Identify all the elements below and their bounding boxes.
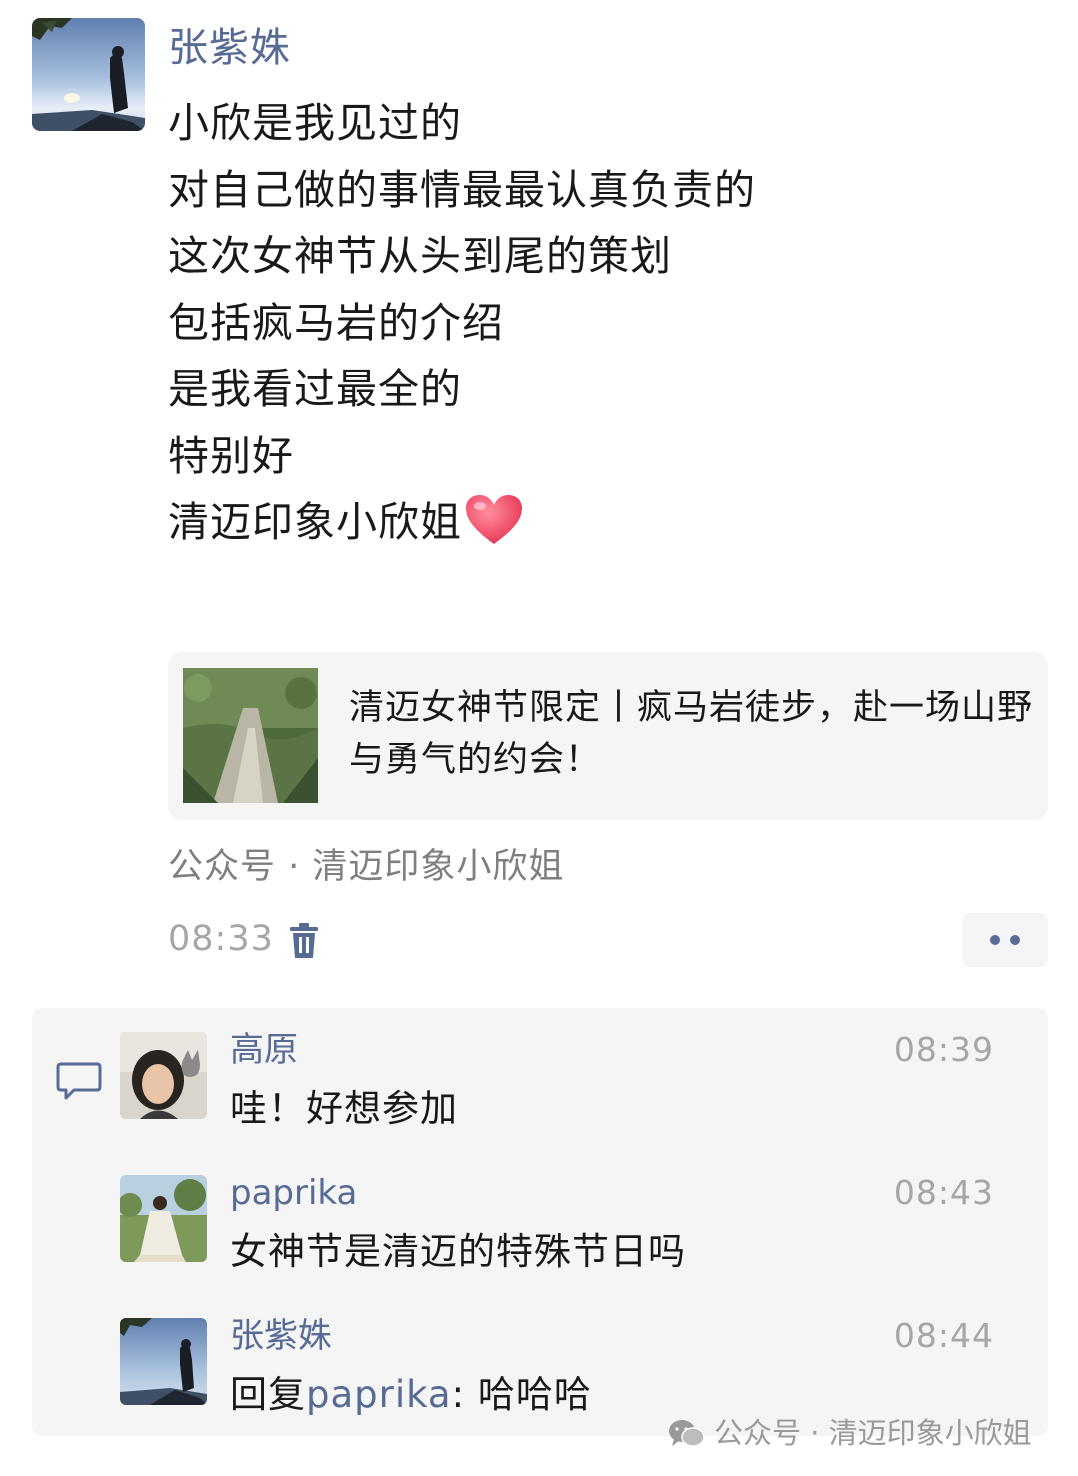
comment-item[interactable]: 高原 08:39 哇！好想参加 <box>120 1030 1020 1132</box>
trash-icon[interactable] <box>287 922 321 960</box>
avatar[interactable] <box>120 1175 207 1262</box>
post-line: 对自己做的事情最最认真负责的 <box>168 165 756 214</box>
commenter-name[interactable]: 张紫姝 <box>230 1314 332 1358</box>
post-time: 08:33 <box>168 919 274 959</box>
comment-time: 08:44 <box>893 1316 994 1355</box>
post-line-last: 清迈印象小欣姐 <box>168 489 756 566</box>
shared-article-card[interactable]: 清迈女神节限定丨疯马岩徒步，赴一场山野与勇气的约会！ <box>168 652 1048 820</box>
author-avatar[interactable] <box>32 18 145 131</box>
avatar[interactable] <box>120 1032 207 1119</box>
reply-content: : 哈哈哈 <box>451 1373 592 1416</box>
reply-to-name[interactable]: paprika <box>306 1373 452 1416</box>
comment-text: 女神节是清迈的特殊节日吗 <box>230 1230 686 1273</box>
comment-icon <box>56 1061 102 1101</box>
article-thumbnail <box>183 668 318 803</box>
comment-text: 哇！好想参加 <box>230 1087 458 1130</box>
watermark: 公众号 · 清迈印象小欣姐 <box>668 1413 1032 1459</box>
article-source[interactable]: 公众号 · 清迈印象小欣姐 <box>168 845 564 889</box>
article-title: 清迈女神节限定丨疯马岩徒步，赴一场山野与勇气的约会！ <box>349 688 1034 780</box>
dot <box>1010 935 1020 945</box>
post-text: 小欣是我见过的 对自己做的事情最最认真负责的 这次女神节从头到尾的策划 包括疯马… <box>168 90 756 566</box>
post-author-name[interactable]: 张紫姝 <box>168 24 291 72</box>
post-line: 小欣是我见过的 <box>168 99 462 147</box>
comment-time: 08:39 <box>893 1030 994 1069</box>
commenter-name[interactable]: 高原 <box>230 1028 298 1072</box>
reply-prefix: 回复 <box>230 1373 306 1416</box>
more-dots-icon[interactable] <box>962 913 1048 967</box>
comment-text: 回复paprika: 哈哈哈 <box>230 1371 592 1419</box>
moments-post-page: 张紫姝 小欣是我见过的 对自己做的事情最最认真负责的 这次女神节从头到尾的策划 … <box>0 0 1078 1476</box>
post-line: 特别好 <box>168 431 294 480</box>
heart-emoji-icon <box>464 494 524 566</box>
dot <box>990 935 1000 945</box>
post-line-text: 清迈印象小欣姐 <box>168 498 462 546</box>
comment-item[interactable]: paprika 08:43 女神节是清迈的特殊节日吗 <box>120 1173 1020 1275</box>
comment-item[interactable]: 张紫姝 08:44 回复paprika: 哈哈哈 <box>120 1316 1020 1419</box>
commenter-name[interactable]: paprika <box>230 1171 357 1215</box>
avatar[interactable] <box>120 1318 207 1405</box>
comment-time: 08:43 <box>893 1173 994 1212</box>
post-line: 是我看过最全的 <box>168 365 462 413</box>
post-line: 包括疯马岩的介绍 <box>168 298 504 347</box>
wechat-logo-icon <box>668 1419 706 1459</box>
post-line: 这次女神节从头到尾的策划 <box>168 232 672 280</box>
watermark-text: 公众号 · 清迈印象小欣姐 <box>714 1416 1032 1450</box>
comments-panel: 高原 08:39 哇！好想参加 paprika 08:43 女神节是清迈的特殊节… <box>32 1008 1048 1436</box>
